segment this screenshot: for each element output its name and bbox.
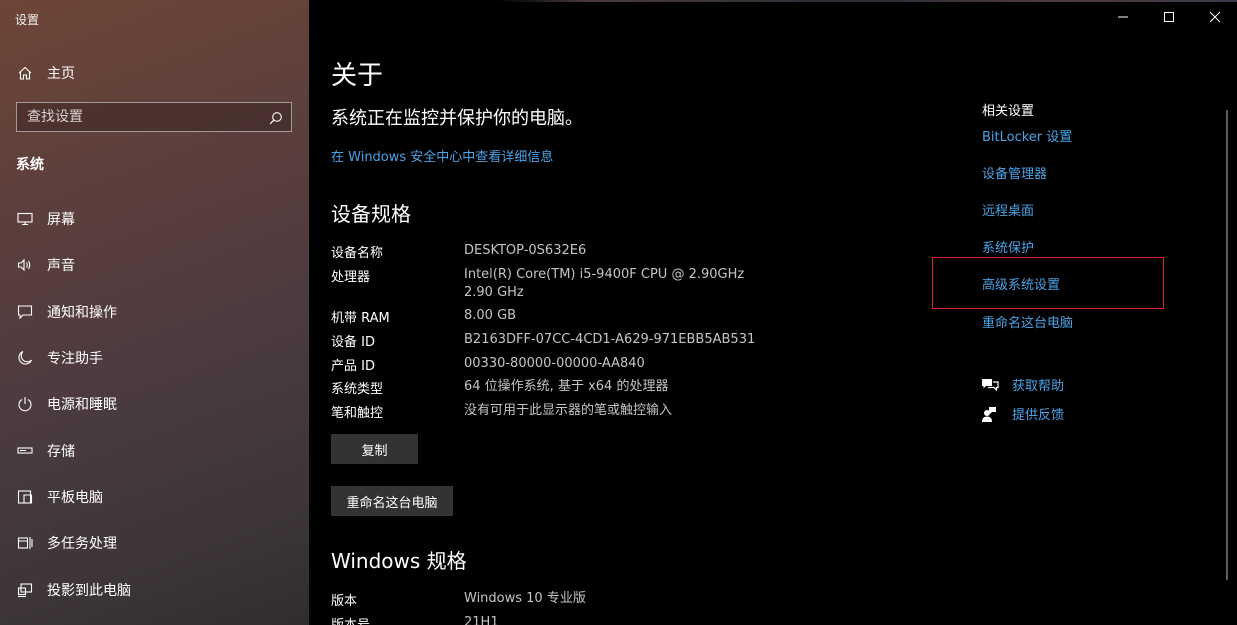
- get-help-row[interactable]: 获取帮助: [981, 375, 1064, 394]
- system-protection-link[interactable]: 系统保护: [982, 237, 1034, 256]
- rename-pc-link[interactable]: 重命名这台电脑: [982, 312, 1073, 331]
- search-icon[interactable]: [269, 110, 283, 125]
- maximize-icon: [1164, 12, 1174, 22]
- home-icon: [17, 65, 33, 81]
- feedback-link[interactable]: 提供反馈: [1012, 404, 1064, 423]
- spec-key: 笔和触控: [331, 406, 384, 421]
- close-button[interactable]: [1192, 0, 1237, 34]
- sidebar-item-label: 存储: [47, 443, 75, 460]
- sidebar-item-focus-assist[interactable]: 专注助手: [0, 335, 309, 381]
- spec-value: 8.00 GB: [464, 308, 517, 323]
- sidebar: 设置 主页 系统 屏幕 声音 通知和操作: [0, 0, 309, 625]
- spec-key: 设备 ID: [331, 335, 375, 350]
- spec-value: 没有可用于此显示器的笔或触控输入: [464, 403, 673, 418]
- sidebar-item-label: 声音: [47, 258, 75, 275]
- spec-key: 机带 RAM: [331, 311, 390, 326]
- sidebar-item-label: 电源和睡眠: [47, 397, 117, 414]
- sidebar-item-tablet[interactable]: 平板电脑: [0, 474, 309, 520]
- help-chat-icon: [981, 376, 999, 394]
- sidebar-item-home[interactable]: 主页: [17, 61, 75, 85]
- multitask-icon: [17, 535, 33, 551]
- spec-value: DESKTOP-0S632E6: [464, 243, 587, 258]
- page-title: 关于: [331, 61, 384, 91]
- protection-status-text: 系统正在监控并保护你的电脑。: [331, 108, 583, 129]
- scrollbar[interactable]: [1226, 110, 1228, 580]
- sidebar-item-label: 屏幕: [47, 212, 75, 229]
- spec-value: 64 位操作系统, 基于 x64 的处理器: [464, 379, 669, 394]
- sidebar-item-power-sleep[interactable]: 电源和睡眠: [0, 381, 309, 427]
- project-icon: [17, 582, 33, 598]
- sidebar-item-sound[interactable]: 声音: [0, 242, 309, 288]
- app-title: 设置: [15, 13, 40, 27]
- rename-pc-button[interactable]: 重命名这台电脑: [331, 486, 453, 516]
- remote-desktop-link[interactable]: 远程桌面: [982, 200, 1034, 219]
- spec-value: 00330-80000-00000-AA840: [464, 356, 645, 371]
- sidebar-item-label: 主页: [47, 66, 75, 82]
- spec-value: B2163DFF-07CC-4CD1-A629-971EBB5AB531: [464, 332, 756, 347]
- sidebar-item-label: 投影到此电脑: [47, 582, 131, 599]
- search-input[interactable]: [27, 103, 257, 131]
- speaker-icon: [17, 257, 33, 273]
- spec-key: 设备名称: [331, 246, 384, 261]
- sidebar-item-label: 多任务处理: [47, 536, 117, 553]
- spec-value: Windows 10 专业版: [464, 591, 586, 606]
- spec-value: Intel(R) Core(TM) i5-9400F CPU @ 2.90GHz…: [464, 267, 745, 300]
- spec-key: 版本: [331, 594, 358, 609]
- bitlocker-settings-link[interactable]: BitLocker 设置: [982, 126, 1072, 145]
- related-settings-heading: 相关设置: [982, 104, 1035, 119]
- copy-button[interactable]: 复制: [331, 434, 418, 464]
- get-help-link[interactable]: 获取帮助: [1012, 375, 1064, 394]
- power-icon: [17, 396, 33, 412]
- sidebar-item-label: 专注助手: [47, 351, 103, 368]
- storage-icon: [17, 443, 33, 459]
- spec-value: 21H1: [464, 615, 499, 625]
- sidebar-item-notifications[interactable]: 通知和操作: [0, 289, 309, 335]
- windows-specs-heading: Windows 规格: [331, 549, 467, 573]
- feedback-row[interactable]: 提供反馈: [981, 404, 1064, 423]
- search-box[interactable]: [16, 102, 292, 132]
- section-title: 系统: [16, 157, 44, 173]
- notification-icon: [17, 304, 33, 320]
- sidebar-item-multitasking[interactable]: 多任务处理: [0, 520, 309, 566]
- security-center-link[interactable]: 在 Windows 安全中心中查看详细信息: [331, 146, 553, 165]
- tablet-icon: [17, 489, 33, 505]
- feedback-icon: [981, 405, 999, 423]
- sidebar-item-label: 通知和操作: [47, 304, 117, 321]
- device-specs-heading: 设备规格: [331, 202, 411, 226]
- spec-key: 产品 ID: [331, 359, 375, 374]
- sidebar-item-project-to-pc[interactable]: 投影到此电脑: [0, 566, 309, 612]
- main-content: 关于 系统正在监控并保护你的电脑。 在 Windows 安全中心中查看详细信息 …: [309, 0, 1237, 625]
- highlight-annotation-box: [932, 257, 1164, 309]
- monitor-icon: [17, 211, 33, 227]
- sidebar-item-display[interactable]: 屏幕: [0, 196, 309, 242]
- moon-icon: [17, 350, 33, 366]
- spec-key: 处理器: [331, 270, 371, 285]
- minimize-button[interactable]: [1100, 0, 1146, 34]
- close-icon: [1209, 11, 1221, 23]
- sidebar-item-label: 平板电脑: [47, 489, 103, 506]
- spec-key: 系统类型: [331, 382, 384, 397]
- device-manager-link[interactable]: 设备管理器: [982, 163, 1047, 182]
- maximize-button[interactable]: [1146, 0, 1192, 34]
- spec-key: 版本号: [331, 614, 370, 625]
- sidebar-nav: 屏幕 声音 通知和操作 专注助手 电源和睡眠 存储 平板电脑 多任务处理 投影到…: [0, 196, 309, 613]
- sidebar-item-storage[interactable]: 存储: [0, 427, 309, 473]
- minimize-icon: [1118, 16, 1128, 18]
- title-bar-strip: [309, 0, 1237, 2]
